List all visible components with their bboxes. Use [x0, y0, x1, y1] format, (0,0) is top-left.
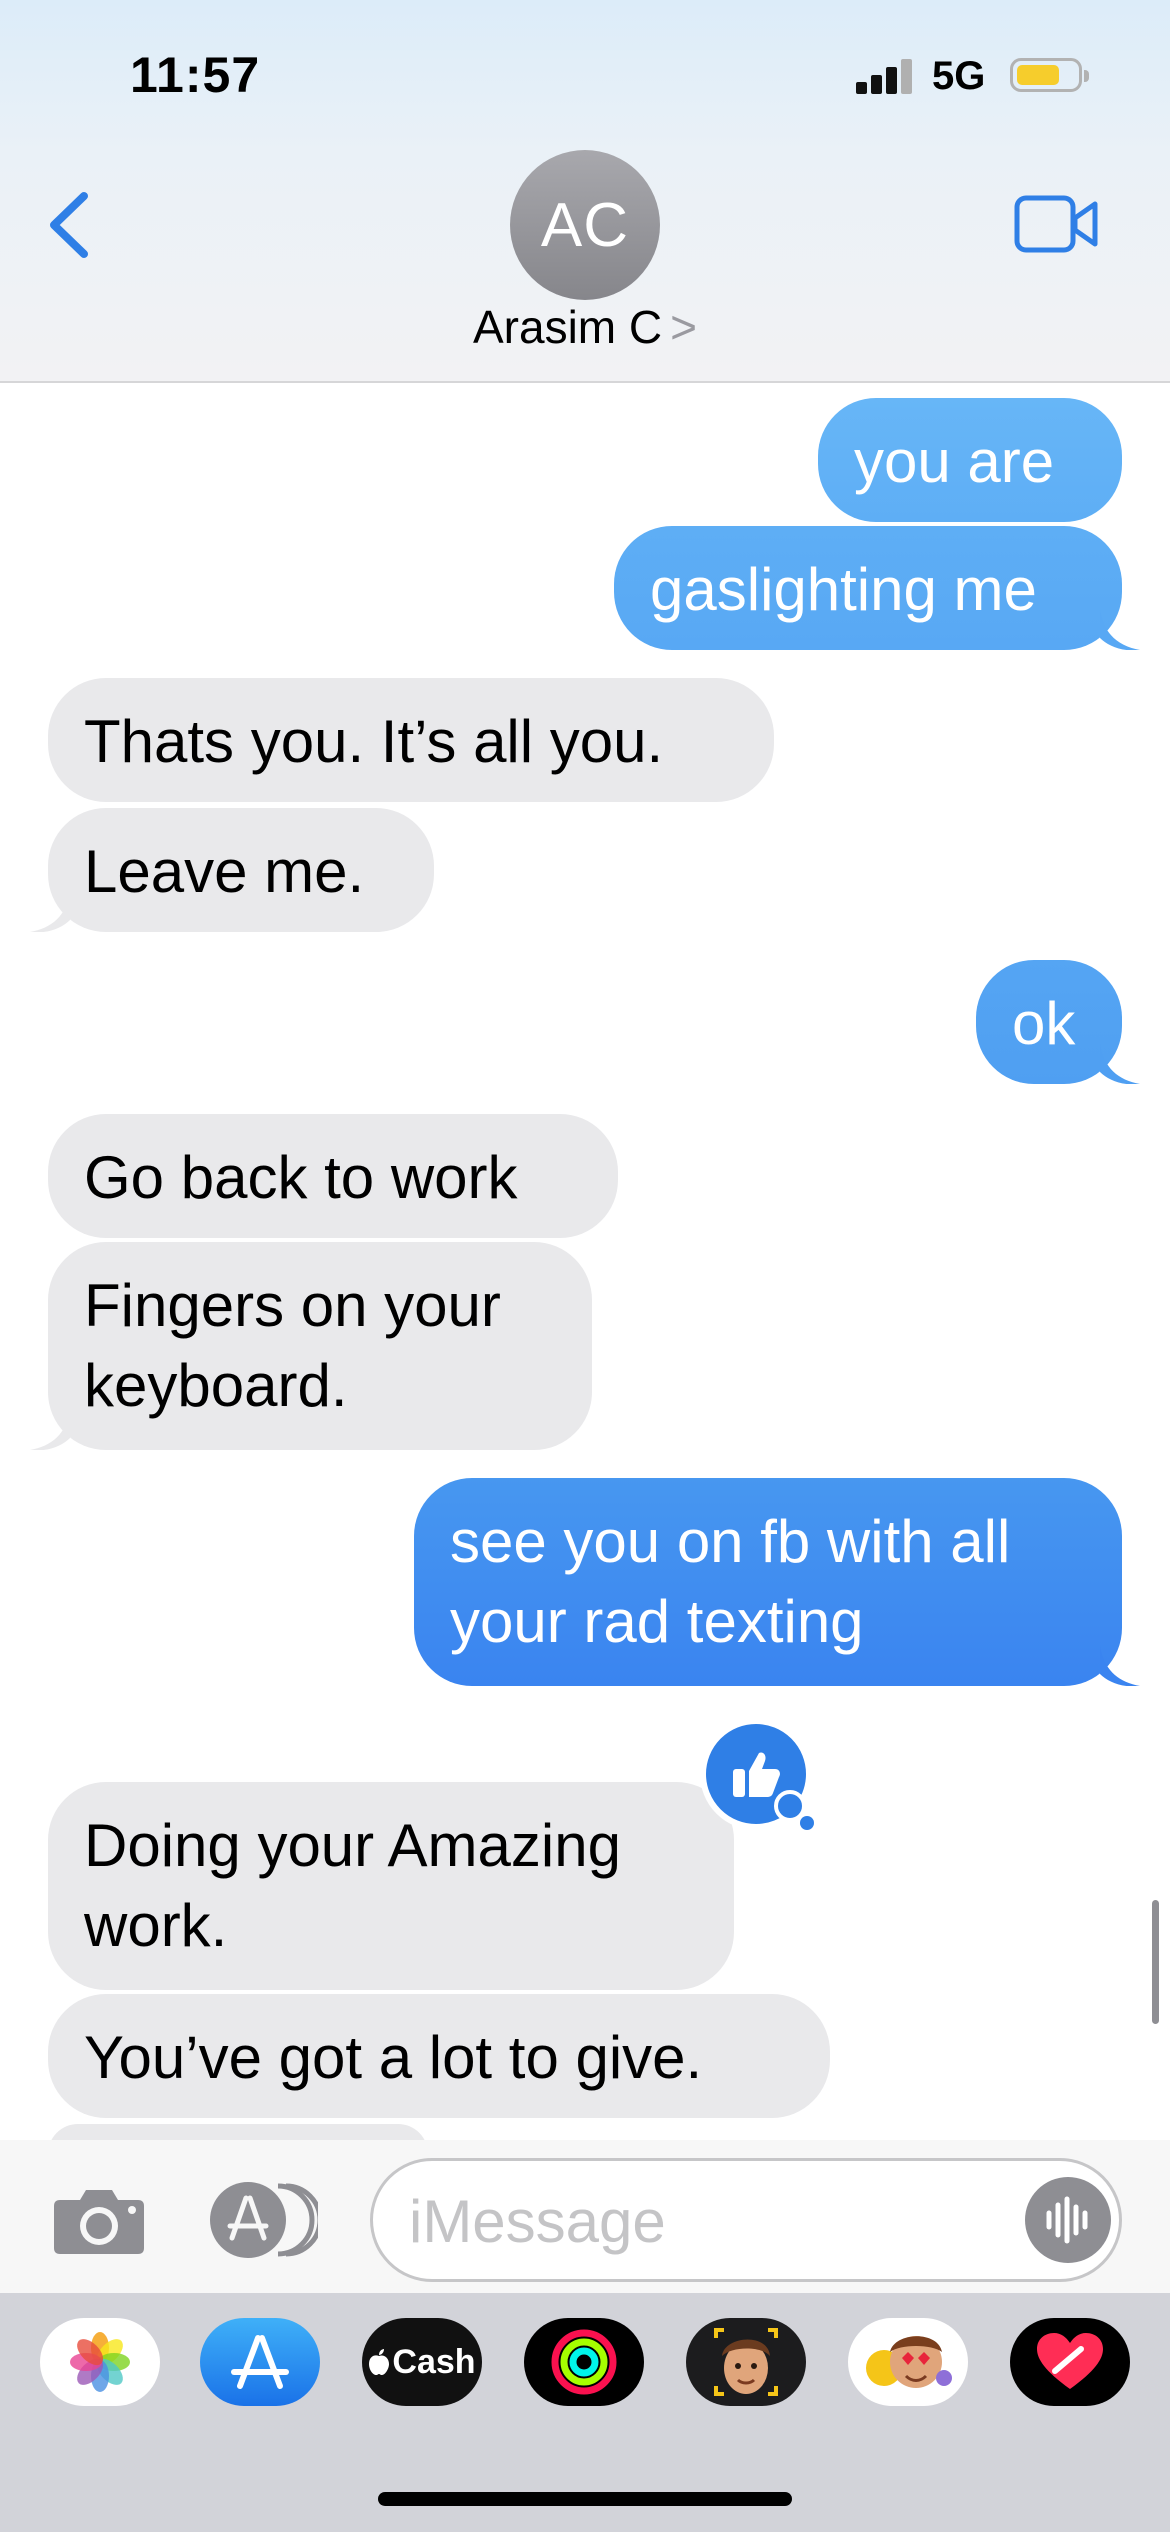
message-bubble-incoming[interactable]: Fingers on your keyboard. [48, 1242, 592, 1450]
imessage-input-field[interactable]: iMessage [370, 2158, 1122, 2282]
camera-icon[interactable] [52, 2186, 146, 2256]
battery-icon [1010, 58, 1089, 92]
message-bubble-incoming[interactable]: You’ve got a lot to give. [48, 1994, 830, 2118]
message-bubble-outgoing[interactable]: gaslighting me [614, 526, 1122, 650]
heart-icon [1037, 2333, 1103, 2389]
conversation-header: 11:57 5G AC Arasim C > [0, 0, 1170, 383]
message-text: Thats you. It’s all you. [84, 708, 664, 775]
message-text-line: your rad texting [450, 1588, 864, 1655]
thumbs-up-icon [733, 1752, 780, 1797]
bubble-tail [30, 892, 70, 932]
apple-logo-icon [369, 2349, 390, 2375]
message-text-line: keyboard. [84, 1352, 348, 1419]
message-text: Go back to work [84, 1144, 518, 1211]
home-indicator[interactable] [378, 2492, 792, 2506]
memoji-stickers-app-icon[interactable] [686, 2318, 806, 2406]
network-type: 5G [932, 54, 986, 98]
back-chevron-icon[interactable] [40, 180, 100, 270]
audio-message-button[interactable] [1025, 2177, 1111, 2263]
contact-chevron-icon: > [670, 301, 697, 353]
animoji-faces-icon [866, 2336, 952, 2388]
memoji-face-icon [714, 2328, 778, 2396]
waveform-icon [1046, 2196, 1088, 2244]
digital-touch-app-icon[interactable] [1010, 2318, 1130, 2406]
message-text: Leave me. [84, 838, 365, 905]
animoji-stickers-app-icon[interactable] [848, 2318, 968, 2406]
message-text-line: Fingers on your [84, 1272, 501, 1339]
message-bubble-incoming[interactable]: Doing your Amazing work. [48, 1782, 734, 1990]
message-bubble-incoming[interactable]: Go back to work [48, 1114, 618, 1238]
app-store-a-icon [231, 2335, 289, 2389]
contact-avatar[interactable]: AC [510, 150, 660, 300]
photos-app-icon[interactable] [40, 2318, 160, 2406]
activity-rings-icon [551, 2329, 617, 2395]
message-text: You’ve got a lot to give. [84, 2024, 703, 2091]
message-bubble-outgoing[interactable]: you are [818, 398, 1122, 522]
message-text: ok [1012, 990, 1076, 1057]
contact-name-row[interactable]: Arasim C > [0, 300, 1170, 354]
apple-cash-app-icon[interactable]: Cash [362, 2318, 482, 2406]
imessage-placeholder: iMessage [409, 2188, 666, 2255]
tapback-tail-dot [800, 1816, 814, 1830]
message-text: gaslighting me [650, 556, 1037, 623]
contact-name: Arasim C [473, 301, 663, 353]
message-bubble-outgoing[interactable]: see you on fb with all your rad texting [414, 1478, 1122, 1686]
status-time: 11:57 [130, 47, 261, 103]
app-store-app-icon[interactable] [200, 2318, 320, 2406]
bubble-tail [1100, 1044, 1140, 1084]
message-text-line: see you on fb with all [450, 1508, 1011, 1575]
facetime-video-icon[interactable] [1014, 192, 1098, 256]
message-bubble-incoming[interactable]: Leave me. [48, 808, 434, 932]
message-bubble-incoming[interactable]: Thats you. It’s all you. [48, 678, 774, 802]
apple-cash-label: Cash [392, 2342, 476, 2381]
message-text: you are [854, 428, 1055, 495]
photos-flower-icon [70, 2332, 130, 2392]
bubble-tail [30, 1410, 70, 1450]
cellular-signal-icon [856, 58, 914, 94]
app-store-drawer-icon[interactable] [208, 2180, 318, 2260]
scroll-indicator[interactable] [1152, 1900, 1159, 2024]
message-text-line: work. [84, 1892, 228, 1959]
bubble-tail [1100, 1646, 1140, 1686]
bubble-tail [1100, 610, 1140, 650]
fitness-activity-app-icon[interactable] [524, 2318, 644, 2406]
message-text-line: Doing your Amazing [84, 1812, 621, 1879]
